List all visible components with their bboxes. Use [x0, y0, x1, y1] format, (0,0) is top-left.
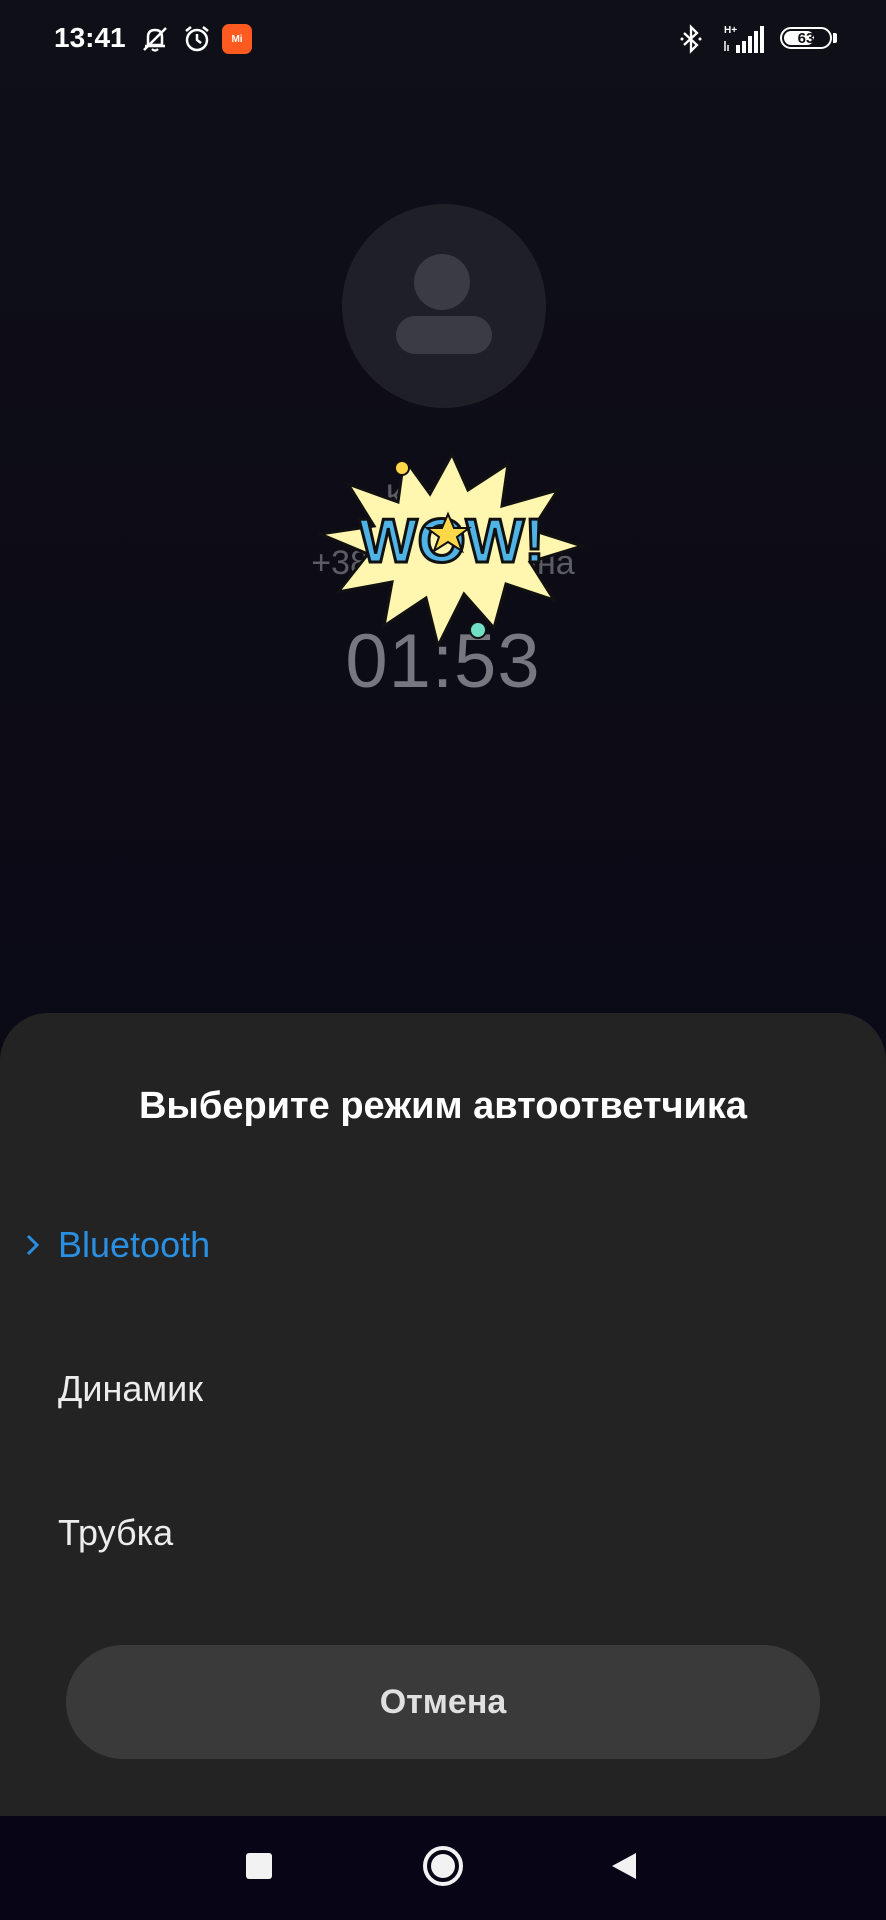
option-label: Bluetooth: [58, 1224, 211, 1265]
back-icon[interactable]: [608, 1850, 640, 1882]
option-speaker[interactable]: Динамик: [0, 1334, 886, 1444]
wow-sticker: WOW!: [314, 450, 588, 651]
sheet-title: Выберите режим автоответчика: [138, 1085, 748, 1127]
signal-icon: H+: [722, 22, 772, 56]
bluetooth-icon: [676, 22, 706, 56]
network-type-text: H+: [724, 25, 737, 36]
status-time: 13:41: [54, 22, 126, 53]
battery-text: 63: [797, 29, 815, 47]
mute-icon: [138, 22, 172, 56]
avatar-body: [396, 316, 492, 354]
status-bar: 13:41 Mi H+ 63: [0, 0, 886, 80]
contact-avatar: [342, 204, 546, 408]
option-label: Динамик: [58, 1368, 204, 1409]
battery-nub: [833, 33, 837, 43]
option-earpiece[interactable]: Трубка: [0, 1478, 886, 1588]
cancel-button[interactable]: Отмена: [66, 1645, 820, 1759]
battery-icon: 63: [780, 27, 832, 49]
chevron-right-icon: [26, 1234, 40, 1256]
option-label: Трубка: [58, 1512, 174, 1553]
avatar-head: [414, 254, 470, 310]
home-icon[interactable]: [422, 1845, 464, 1887]
recents-icon[interactable]: [246, 1853, 272, 1879]
option-bluetooth[interactable]: Bluetooth: [0, 1190, 886, 1300]
app-notification-icon: Mi: [222, 24, 252, 54]
alarm-icon: [180, 22, 214, 56]
